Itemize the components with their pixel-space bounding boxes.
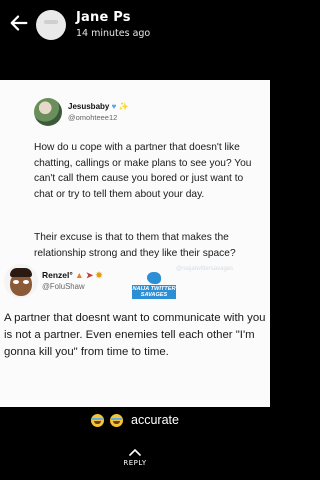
reply-button[interactable]: REPLY: [110, 448, 160, 476]
back-arrow-icon[interactable]: [8, 12, 30, 34]
post-time: 14 minutes ago: [76, 28, 151, 39]
avatar[interactable]: [36, 10, 66, 40]
poster-name[interactable]: Jane Ps: [76, 10, 131, 25]
tweet-1-handle: @omohteee12: [68, 113, 118, 122]
tweet-2-handle: @FoluShaw: [42, 282, 85, 291]
story-image: Jesusbaby ♥ ✨ @omohteee12 How do u cope …: [0, 80, 270, 407]
twitter-bird-icon: [147, 272, 161, 284]
tweet-1-paragraph-1: How do u cope with a partner that doesn'…: [34, 142, 252, 200]
tweet-1-avatar: [34, 98, 62, 126]
tweet-2-text: A partner that doesnt want to communicat…: [4, 312, 266, 358]
rocket-icon: ➤: [85, 270, 94, 280]
tweet-1-username: Jesusbaby: [68, 102, 110, 111]
caption-text: accurate: [131, 413, 179, 427]
fire-icon: ▲: [75, 270, 84, 280]
story-caption: accurate: [0, 407, 270, 433]
watermark-handle: @naijatwittersavages: [176, 266, 234, 272]
watermark-logo-text: NAIJA TWITTER SAVAGES: [132, 285, 176, 300]
joy-face-icon: [110, 413, 124, 427]
reply-label: REPLY: [123, 459, 147, 467]
story-header: Jane Ps 14 minutes ago: [0, 0, 270, 50]
joy-face-icon: [91, 413, 105, 427]
chevron-up-icon: [129, 448, 141, 456]
blue-heart-icon: ♥: [111, 102, 117, 111]
tweet-2-username: Renzel°: [42, 270, 73, 280]
watermark-logo: NAIJA TWITTER SAVAGES: [132, 272, 176, 306]
tweet-1-paragraph-2: Their excuse is that to them that makes …: [34, 232, 236, 259]
tweet-2-avatar: [4, 264, 38, 298]
explosion-icon: ✸: [95, 270, 103, 280]
sparkle-icon: ✨: [118, 102, 129, 111]
